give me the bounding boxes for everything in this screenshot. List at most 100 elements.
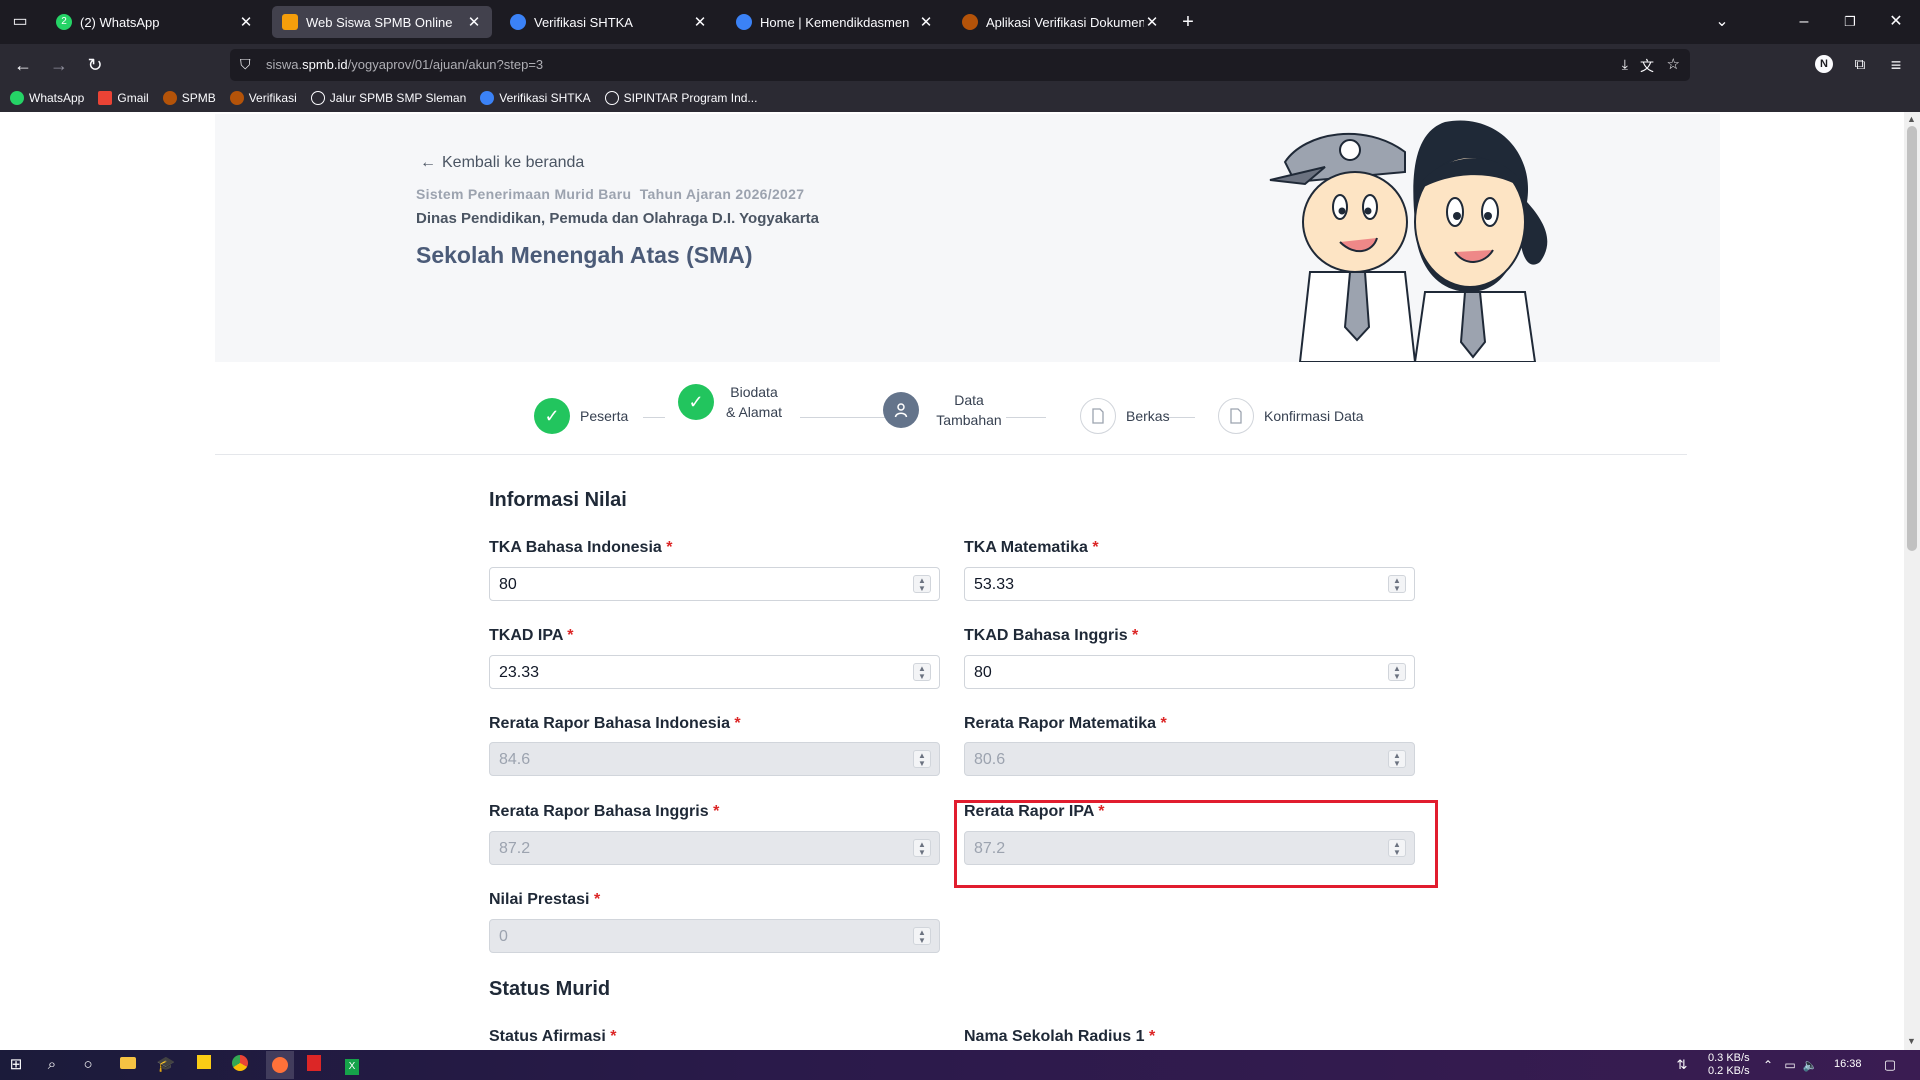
close-icon[interactable]: ✕ [1144,13,1160,31]
step-peserta[interactable]: ✓ Peserta [534,398,628,434]
tab-aplikasi-verifikasi[interactable]: Aplikasi Verifikasi Dokumen dan ✕ [952,6,1170,38]
number-spinner-icon: ▲ ▼ [913,927,931,945]
tab-verifikasi-shtka[interactable]: Verifikasi SHTKA ✕ [500,6,718,38]
whatsapp-icon [10,91,24,105]
step-konfirmasi-data[interactable]: Konfirmasi Data [1218,398,1364,434]
emblem-icon [162,91,177,105]
close-icon[interactable]: ✕ [466,13,482,31]
tab-whatsapp[interactable]: 2 (2) WhatsApp ✕ [46,6,264,38]
number-spinner-icon[interactable]: ▲ ▼ [913,575,931,593]
network-activity-icon: ⇅ [1676,1057,1688,1072]
back-to-home-link[interactable]: ← Kembali ke beranda [420,154,584,172]
step-label: Data Tambahan [936,392,1002,428]
globe-icon [604,91,619,105]
chevron-up-icon[interactable]: ⌃ [1758,1055,1778,1075]
scroll-up-icon[interactable]: ▲ [1907,114,1916,124]
step-biodata-alamat[interactable]: ✓ Biodata & Alamat [678,382,784,422]
firefox-icon[interactable] [266,1051,294,1079]
back-arrow-icon[interactable]: ← [12,54,34,76]
clock[interactable]: 16:38 [1834,1058,1862,1070]
file-explorer-icon[interactable] [118,1055,138,1075]
minimize-icon[interactable]: – [1794,12,1814,32]
number-spinner-icon[interactable]: ▲ ▼ [913,663,931,681]
restore-icon[interactable]: ❐ [1840,12,1860,32]
gmail-icon [98,91,113,105]
tab-title: (2) WhatsApp [80,14,160,30]
close-icon[interactable]: ✕ [238,13,254,31]
number-spinner-icon[interactable]: ▲ ▼ [1388,663,1406,681]
whatsapp-favicon-icon: 2 [56,14,72,30]
nilai-prestasi-input: 0 ▲ ▼ [489,919,940,953]
forward-arrow-icon[interactable]: → [48,54,70,76]
new-tab-icon[interactable]: + [1178,12,1198,32]
scrollbar-thumb[interactable] [1907,126,1917,551]
chrome-icon[interactable] [230,1055,250,1075]
tab-list-icon[interactable]: ▭ [10,12,30,32]
tkad-ipa-input[interactable]: 23.33 ▲ ▼ [489,655,940,689]
account-avatar[interactable]: N [1815,55,1833,73]
bookmark-gmail[interactable]: Gmail [98,91,149,105]
chevron-down-icon[interactable]: ⌄ [1712,12,1732,32]
close-window-icon[interactable]: ✕ [1886,12,1906,32]
bookmark-jalur-spmb[interactable]: Jalur SPMB SMP Sleman [310,91,466,105]
site-info-icon[interactable]: ⛉ [240,56,251,73]
step-berkas[interactable]: Berkas [1080,398,1170,434]
address-bar[interactable]: ⛉ siswa.spmb.id/yogyaprov/01/ajuan/akun?… [230,49,1690,81]
download-icon[interactable]: ⤓ [1622,56,1628,73]
bookmark-verifikasi[interactable]: Verifikasi [229,91,297,105]
cortana-icon[interactable]: ○ [78,1055,98,1075]
url-text[interactable]: siswa.spmb.id/yogyaprov/01/ajuan/akun?st… [266,57,543,72]
tka-matematika-input[interactable]: 53.33 ▲ ▼ [964,567,1415,601]
tkad-bahasa-inggris-input[interactable]: 80 ▲ ▼ [964,655,1415,689]
section-title-status-murid: Status Murid [489,978,611,1000]
volume-icon[interactable]: 🔈 [1800,1055,1820,1075]
section-divider [215,454,1687,455]
rerata-rapor-bahasa-indonesia-input: 84.6 ▲ ▼ [489,742,940,776]
system-name: Sistem Penerimaan Murid Baru Tahun Ajara… [416,186,805,202]
step-connector [800,417,892,418]
vertical-scrollbar[interactable]: ▲ ▼ [1904,112,1920,1050]
tab-title: Aplikasi Verifikasi Dokumen dan [986,14,1144,30]
field-label: Rerata Rapor Bahasa Inggris * [489,803,720,820]
tab-kemendikdasmen[interactable]: Home | Kemendikdasmen ✕ [726,6,944,38]
extensions-icon[interactable]: ⧉ [1849,54,1871,76]
step-data-tambahan[interactable]: Data Tambahan [883,390,1009,430]
menu-icon[interactable]: ≡ [1885,54,1907,76]
reload-icon[interactable]: ↻ [84,54,106,76]
bookmark-verifikasi-shtka[interactable]: Verifikasi SHTKA [480,91,591,105]
step-label: Berkas [1126,408,1170,424]
pdf-reader-icon[interactable] [304,1055,324,1075]
close-icon[interactable]: ✕ [918,13,934,31]
field-label: TKAD IPA * [489,627,574,644]
bookmarks-bar: WhatsApp Gmail SPMB Verifikasi Jalur SPM… [0,84,1920,112]
number-spinner-icon: ▲ ▼ [1388,750,1406,768]
windows-start-icon[interactable]: ⊞ [6,1055,26,1075]
globe-icon [310,91,325,105]
notification-icon[interactable]: ▢ [1880,1055,1900,1075]
notes-app-icon[interactable] [194,1055,214,1075]
kemendikdasmen-favicon-icon [736,14,752,30]
bookmark-star-icon[interactable]: ☆ [1667,55,1680,73]
emblem-icon [229,91,244,105]
number-spinner-icon[interactable]: ▲ ▼ [1388,575,1406,593]
step-label: Peserta [580,408,629,424]
agency-name: Dinas Pendidikan, Pemuda dan Olahraga D.… [416,210,819,227]
search-icon[interactable]: ⌕ [42,1055,62,1075]
scroll-down-icon[interactable]: ▼ [1907,1036,1916,1046]
section-title-informasi-nilai: Informasi Nilai [489,489,627,511]
tab-spmb[interactable]: Web Siswa SPMB Online ✕ [272,6,492,38]
step-connector [643,417,665,418]
step-label: Biodata & Alamat [725,384,783,420]
rerata-rapor-matematika-input: 80.6 ▲ ▼ [964,742,1415,776]
tka-bahasa-indonesia-input[interactable]: 80 ▲ ▼ [489,567,940,601]
bookmark-spmb[interactable]: SPMB [162,91,216,105]
close-icon[interactable]: ✕ [692,13,708,31]
graduation-cap-icon[interactable]: 🎓 [156,1055,176,1075]
network-icon[interactable]: ▭ [1780,1055,1800,1075]
bookmark-sipintar[interactable]: SIPINTAR Program Ind... [604,91,757,105]
translate-icon[interactable]: 文 [1640,56,1654,76]
spmb-favicon-icon [282,14,298,30]
kemendikdasmen-favicon-icon [510,14,526,30]
excel-icon[interactable]: X [342,1055,362,1075]
bookmark-whatsapp[interactable]: WhatsApp [10,91,84,105]
